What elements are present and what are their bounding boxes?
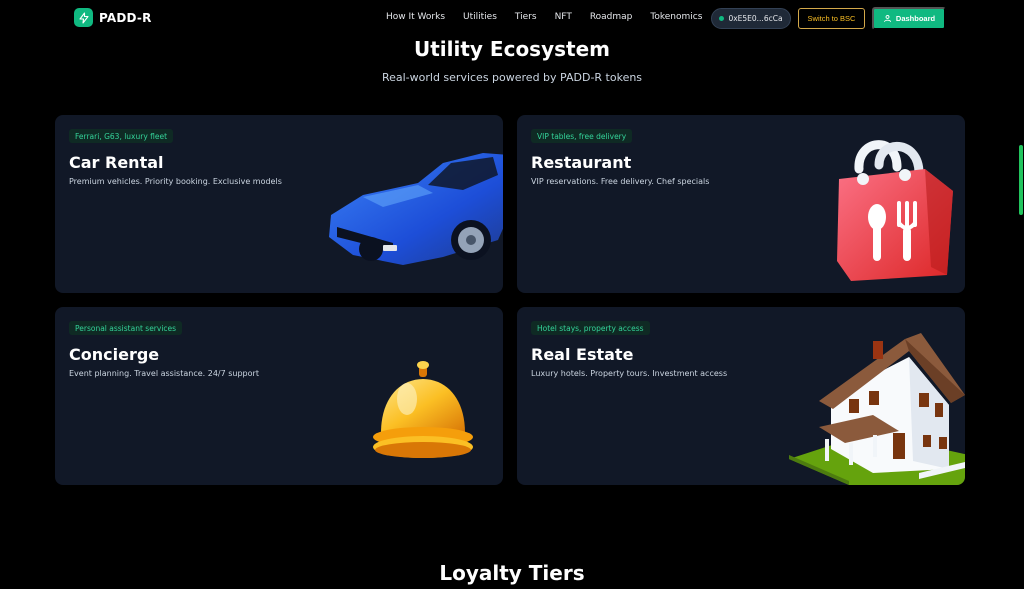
loyalty-tiers-title: Loyalty Tiers <box>439 561 585 585</box>
card-badge: VIP tables, free delivery <box>531 129 633 143</box>
sports-car-icon <box>329 153 503 265</box>
nav-link-nft[interactable]: NFT <box>555 12 572 22</box>
card-title: Real Estate <box>531 345 634 364</box>
brand-name: PADD-R <box>99 10 152 25</box>
dashboard-label: Dashboard <box>895 14 936 23</box>
service-bell-icon <box>373 361 473 458</box>
card-description: Luxury hotels. Property tours. Investmen… <box>531 369 728 378</box>
lightning-icon <box>74 8 93 27</box>
card-description: Premium vehicles. Priority booking. Excl… <box>69 177 282 186</box>
utility-card-concierge[interactable]: Personal assistant services Concierge Ev… <box>55 307 503 485</box>
brand[interactable]: PADD-R <box>74 8 152 27</box>
house-icon <box>789 333 965 485</box>
section-subtitle: Real-world services powered by PADD-R to… <box>381 71 643 84</box>
utility-card-real-estate[interactable]: Hotel stays, property access Real Estate… <box>517 307 965 485</box>
wallet-address: 0xE5E0...6cCa <box>728 14 783 23</box>
top-navbar: PADD-R How It Works Utilities Tiers NFT … <box>0 0 1024 38</box>
wallet-address-button[interactable]: 0xE5E0...6cCa <box>711 8 791 29</box>
switch-network-button[interactable]: Switch to BSC <box>798 8 865 29</box>
shopping-bag-icon <box>837 140 953 281</box>
card-description: Event planning. Travel assistance. 24/7 … <box>69 369 259 378</box>
scrollbar-thumb[interactable] <box>1019 145 1023 215</box>
nav-link-tiers[interactable]: Tiers <box>515 12 537 22</box>
card-badge: Personal assistant services <box>69 321 183 335</box>
section-title: Utility Ecosystem <box>414 37 610 61</box>
nav-link-roadmap[interactable]: Roadmap <box>590 12 633 22</box>
card-title: Restaurant <box>531 153 632 172</box>
nav-links: How It Works Utilities Tiers NFT Roadmap… <box>386 12 720 22</box>
card-badge: Hotel stays, property access <box>531 321 650 335</box>
card-title: Car Rental <box>69 153 164 172</box>
nav-link-how-it-works[interactable]: How It Works <box>386 12 445 22</box>
status-dot-icon <box>719 16 725 21</box>
nav-link-utilities[interactable]: Utilities <box>463 12 497 22</box>
dashboard-button[interactable]: Dashboard <box>872 7 946 30</box>
card-badge: Ferrari, G63, luxury fleet <box>69 129 174 143</box>
card-title: Concierge <box>69 345 160 364</box>
user-icon <box>883 15 891 23</box>
nav-link-tokenomics[interactable]: Tokenomics <box>650 12 702 22</box>
utility-card-restaurant[interactable]: VIP tables, free delivery Restaurant VIP… <box>517 115 965 293</box>
card-description: VIP reservations. Free delivery. Chef sp… <box>531 177 710 186</box>
utility-card-car-rental[interactable]: Ferrari, G63, luxury fleet Car Rental Pr… <box>55 115 503 293</box>
